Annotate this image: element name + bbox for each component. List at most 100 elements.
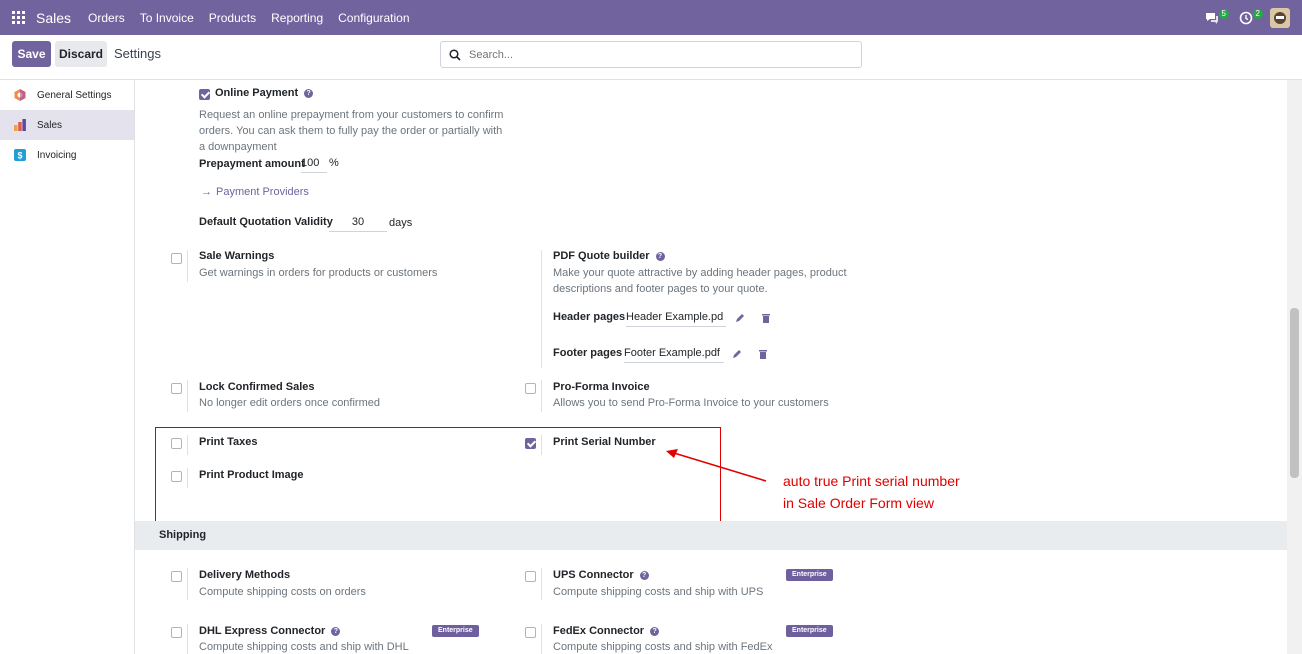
divider — [541, 250, 542, 368]
top-navbar: Sales Orders To Invoice Products Reporti… — [0, 0, 1302, 35]
payment-providers-link[interactable]: → Payment Providers — [201, 186, 309, 198]
dhl-connector-checkbox[interactable] — [171, 627, 182, 638]
prepayment-amount-label: Prepayment amount — [199, 158, 305, 170]
dhl-title: DHL Express Connector — [199, 625, 326, 637]
control-panel: Save Discard Settings — [0, 35, 1302, 80]
search-input[interactable] — [469, 48, 849, 61]
description-line: descriptions and footer pages to your qu… — [553, 283, 768, 295]
discard-button[interactable]: Discard — [55, 41, 107, 67]
svg-text:$: $ — [17, 151, 22, 161]
ups-connector-description: Compute shipping costs and ship with UPS — [553, 586, 764, 598]
fedex-connector-checkbox[interactable] — [525, 627, 536, 638]
scrollbar-thumb[interactable] — [1290, 308, 1299, 478]
sidebar-item-general-settings[interactable]: General Settings — [0, 80, 134, 110]
activity-clock-icon[interactable]: 2 — [1236, 8, 1263, 28]
prepayment-unit: % — [329, 157, 339, 169]
settings-content: Online Payment? Request an online prepay… — [135, 80, 1287, 654]
fedex-connector-description: Compute shipping costs and ship with Fed… — [553, 641, 773, 653]
enterprise-badge: Enterprise — [786, 569, 833, 581]
help-icon[interactable]: ? — [655, 251, 665, 261]
section-title: Shipping — [159, 529, 207, 541]
description-line: Request an online prepayment from your c… — [199, 109, 504, 121]
delivery-methods-description: Compute shipping costs on orders — [199, 586, 366, 598]
pro-forma-invoice-description: Allows you to send Pro-Forma Invoice to … — [553, 397, 829, 409]
delivery-methods-checkbox[interactable] — [171, 571, 182, 582]
online-payment-label: Online Payment? — [215, 87, 314, 99]
menu-configuration[interactable]: Configuration — [338, 11, 409, 25]
edit-pencil-icon[interactable] — [732, 349, 742, 359]
lock-confirmed-sales-checkbox[interactable] — [171, 383, 182, 394]
sale-warnings-label: Sale Warnings — [199, 250, 275, 262]
delivery-methods-label: Delivery Methods — [199, 569, 291, 581]
help-icon[interactable]: ? — [331, 626, 341, 636]
enterprise-badge: Enterprise — [786, 625, 833, 637]
dhl-connector-label: DHL Express Connector? — [199, 625, 341, 637]
divider — [541, 568, 542, 600]
sidebar-item-label: Invoicing — [37, 149, 77, 161]
help-icon[interactable]: ? — [639, 570, 649, 580]
apps-menu-icon[interactable] — [0, 0, 36, 35]
sale-warnings-checkbox[interactable] — [171, 253, 182, 264]
chat-badge: 5 — [1218, 8, 1229, 19]
enterprise-badge: Enterprise — [432, 625, 479, 637]
online-payment-description: Request an online prepayment from your c… — [199, 107, 519, 155]
menu-reporting[interactable]: Reporting — [271, 11, 323, 25]
user-avatar[interactable] — [1270, 7, 1290, 28]
pdf-quote-description: Make your quote attractive by adding hea… — [553, 265, 847, 297]
quotation-validity-input[interactable]: 30 — [329, 216, 387, 232]
shipping-section-header: Shipping — [135, 521, 1287, 550]
arrow-right-icon: → — [201, 186, 212, 198]
description-line: a downpayment — [199, 141, 277, 153]
sales-chart-icon — [13, 118, 27, 132]
divider — [187, 380, 188, 412]
ups-connector-label: UPS Connector? — [553, 569, 649, 581]
chat-icon[interactable]: 5 — [1202, 8, 1229, 28]
ups-title: UPS Connector — [553, 569, 634, 581]
help-icon[interactable]: ? — [650, 626, 660, 636]
app-brand[interactable]: Sales — [36, 10, 71, 26]
trash-icon[interactable] — [761, 313, 771, 323]
highlight-box — [155, 427, 721, 523]
prepayment-amount-input[interactable]: 100 — [301, 157, 327, 173]
online-payment-checkbox[interactable] — [199, 89, 210, 100]
quotation-validity-label: Default Quotation Validity — [199, 216, 333, 228]
vertical-scrollbar[interactable] — [1287, 80, 1302, 654]
pdf-quote-title: PDF Quote builder — [553, 250, 650, 262]
odoo-icon — [13, 88, 27, 102]
edit-pencil-icon[interactable] — [735, 313, 745, 323]
pro-forma-invoice-checkbox[interactable] — [525, 383, 536, 394]
search-box[interactable] — [440, 41, 862, 68]
sidebar-item-label: Sales — [37, 119, 63, 131]
pro-forma-invoice-label: Pro-Forma Invoice — [553, 381, 650, 393]
validity-unit: days — [389, 217, 413, 229]
description-line: Make your quote attractive by adding hea… — [553, 267, 847, 279]
menu-orders[interactable]: Orders — [88, 11, 125, 25]
sidebar-item-invoicing[interactable]: $ Invoicing — [0, 140, 134, 170]
payment-providers-text: Payment Providers — [216, 186, 309, 198]
fedex-connector-label: FedEx Connector? — [553, 625, 660, 637]
header-pages-label: Header pages — [553, 311, 626, 323]
header-pages-input[interactable]: Header Example.pd — [626, 311, 726, 327]
ups-connector-checkbox[interactable] — [525, 571, 536, 582]
annotation-arrow — [666, 449, 767, 482]
help-icon[interactable]: ? — [304, 88, 314, 98]
sidebar-item-label: General Settings — [37, 89, 112, 101]
dhl-connector-description: Compute shipping costs and ship with DHL — [199, 641, 409, 653]
save-button[interactable]: Save — [12, 41, 51, 67]
pdf-quote-builder-label: PDF Quote builder? — [553, 250, 665, 262]
invoicing-icon: $ — [13, 148, 27, 162]
footer-pages-input[interactable]: Footer Example.pdf — [624, 347, 724, 363]
lock-confirmed-sales-label: Lock Confirmed Sales — [199, 381, 315, 393]
menu-products[interactable]: Products — [209, 11, 256, 25]
sidebar-item-sales[interactable]: Sales — [0, 110, 134, 140]
annotation-line: auto true Print serial number — [783, 473, 960, 489]
divider — [187, 568, 188, 600]
divider — [541, 624, 542, 654]
divider — [187, 250, 188, 282]
menu-to-invoice[interactable]: To Invoice — [140, 11, 194, 25]
footer-pages-label: Footer pages — [553, 347, 623, 359]
search-icon — [449, 48, 461, 61]
trash-icon[interactable] — [758, 349, 768, 359]
fedex-title: FedEx Connector — [553, 625, 645, 637]
activity-badge: 2 — [1252, 8, 1263, 19]
